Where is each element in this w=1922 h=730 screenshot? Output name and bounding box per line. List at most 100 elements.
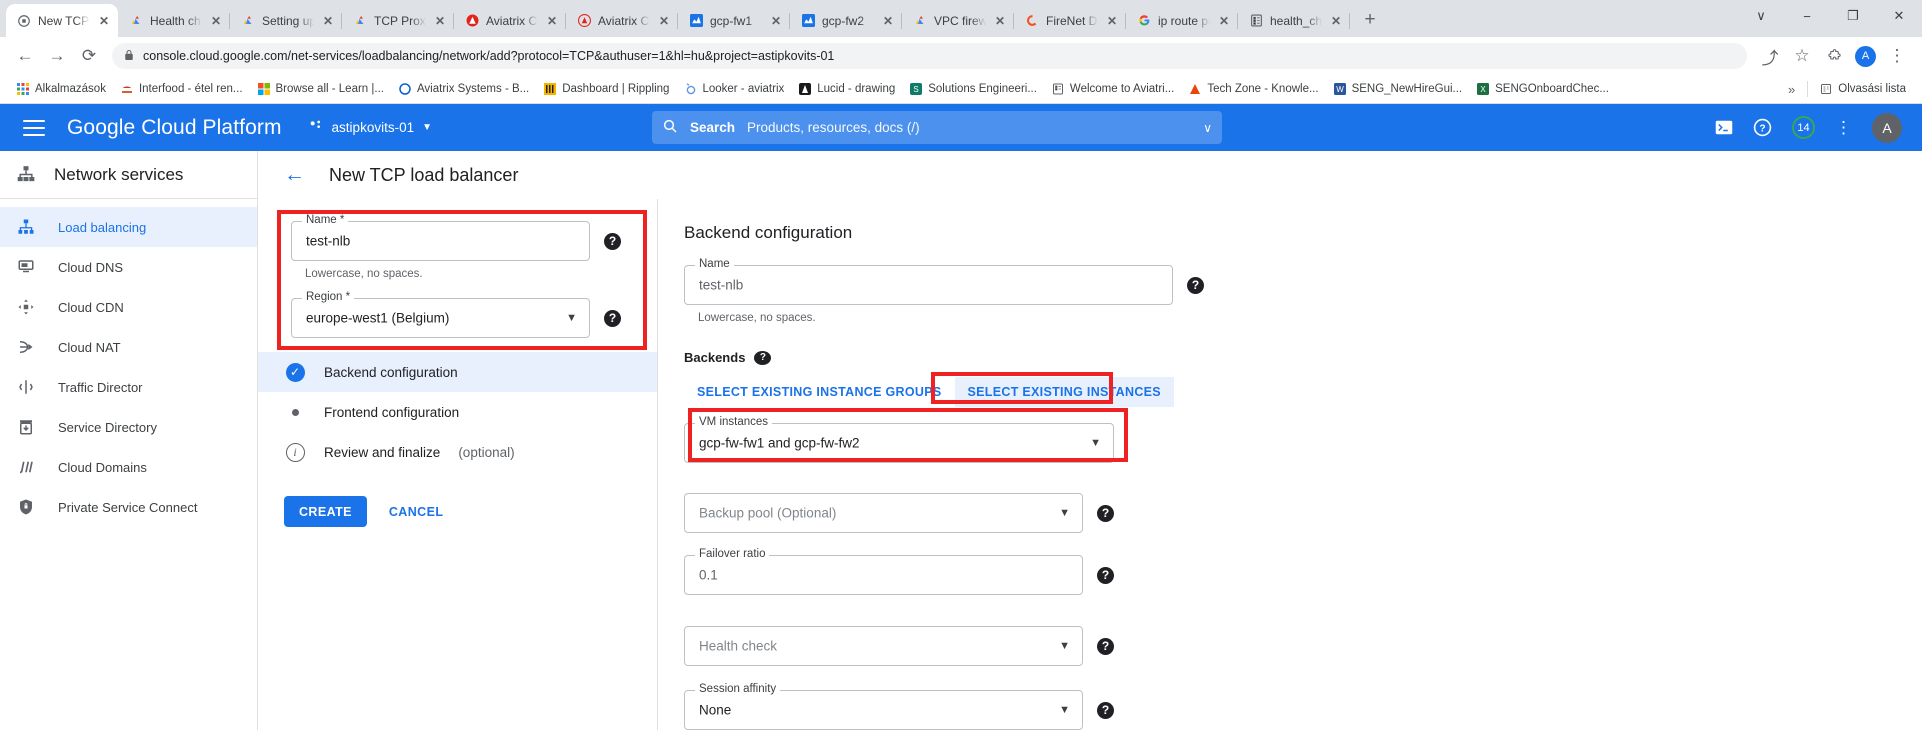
browser-tab[interactable]: ip route proto ✕: [1126, 4, 1238, 37]
bookmark-item[interactable]: S Solutions Engineeri...: [902, 79, 1044, 99]
step-frontend-configuration[interactable]: Frontend configuration: [258, 392, 657, 432]
chevron-down-icon[interactable]: ▼: [566, 312, 577, 324]
extensions-icon[interactable]: [1819, 41, 1849, 71]
search-input[interactable]: Search Products, resources, docs (/) ∨: [652, 111, 1222, 144]
notifications-badge[interactable]: 14: [1792, 116, 1815, 139]
close-icon[interactable]: ✕: [1104, 13, 1120, 29]
lb-region-select[interactable]: Region europe-west1 (Belgium) ▼: [291, 298, 590, 338]
sidebar-item-service-directory[interactable]: Service Directory: [0, 407, 257, 447]
bookmark-item[interactable]: Interfood - étel ren...: [113, 79, 250, 99]
close-window-button[interactable]: ✕: [1876, 0, 1922, 32]
bookmark-item[interactable]: Browse all - Learn |...: [250, 79, 391, 99]
close-icon[interactable]: ✕: [544, 13, 560, 29]
sidebar-item-cloud-nat[interactable]: Cloud NAT: [0, 327, 257, 367]
bookmark-item[interactable]: Dashboard | Rippling: [536, 79, 676, 99]
close-icon[interactable]: ✕: [992, 13, 1008, 29]
chrome-menu-icon[interactable]: ⋮: [1882, 41, 1912, 71]
browser-tab[interactable]: Setting up TC ✕: [230, 4, 342, 37]
chevron-down-icon[interactable]: ▼: [1059, 704, 1070, 716]
back-icon[interactable]: ←: [10, 41, 40, 71]
close-icon[interactable]: ✕: [432, 13, 448, 29]
bookmark-star-icon[interactable]: ☆: [1787, 41, 1817, 71]
address-bar[interactable]: console.cloud.google.com/net-services/lo…: [112, 43, 1747, 69]
bookmark-item[interactable]: Welcome to Aviatri...: [1044, 79, 1181, 99]
browser-tab[interactable]: FireNet Detail ✕: [1014, 4, 1126, 37]
help-icon[interactable]: ?: [1187, 277, 1204, 294]
browser-tab[interactable]: Health checks ✕: [118, 4, 230, 37]
browser-tab[interactable]: gcp-fw1 ✕: [678, 4, 790, 37]
cancel-button[interactable]: CANCEL: [389, 505, 443, 519]
failover-ratio-input[interactable]: Failover ratio 0.1: [684, 555, 1083, 595]
minimize-button[interactable]: −: [1784, 0, 1830, 32]
sidebar-item-traffic-director[interactable]: Traffic Director: [0, 367, 257, 407]
browser-tab[interactable]: health_check_ ✕: [1238, 4, 1350, 37]
session-affinity-select[interactable]: Session affinity None ▼: [684, 690, 1083, 730]
close-icon[interactable]: ✕: [768, 13, 784, 29]
product-title[interactable]: Google Cloud Platform: [67, 116, 282, 140]
lb-name-input[interactable]: Name test-nlb: [291, 221, 590, 261]
help-icon[interactable]: ?: [754, 351, 771, 365]
reload-icon[interactable]: ⟳: [74, 41, 104, 71]
chevron-down-icon[interactable]: ∨: [1203, 121, 1212, 135]
backend-name-input[interactable]: Name test-nlb: [684, 265, 1173, 305]
bookmark-item[interactable]: Lucid - drawing: [791, 79, 902, 99]
bookmark-item[interactable]: Tech Zone - Knowle...: [1181, 79, 1325, 99]
browser-tab[interactable]: gcp-fw2 ✕: [790, 4, 902, 37]
close-icon[interactable]: ✕: [96, 13, 112, 29]
share-icon[interactable]: ⤴: [1755, 41, 1785, 71]
reading-list-button[interactable]: Olvasási lista: [1812, 79, 1913, 99]
close-icon[interactable]: ✕: [880, 13, 896, 29]
bookmark-item[interactable]: X SENGOnboardChec...: [1469, 79, 1616, 99]
cloud-shell-icon[interactable]: [1715, 120, 1733, 135]
help-icon[interactable]: ?: [1097, 567, 1114, 584]
back-arrow-icon[interactable]: ←: [284, 163, 305, 187]
project-selector[interactable]: astipkovits-01 ▼: [308, 118, 432, 137]
chevron-down-icon[interactable]: ▼: [1059, 507, 1070, 519]
close-icon[interactable]: ✕: [208, 13, 224, 29]
close-icon[interactable]: ✕: [320, 13, 336, 29]
new-tab-button[interactable]: +: [1356, 6, 1384, 34]
help-icon[interactable]: ?: [1097, 638, 1114, 655]
step-backend-configuration[interactable]: ✓ Backend configuration: [258, 352, 657, 392]
sidebar-item-cloud-domains[interactable]: Cloud Domains: [0, 447, 257, 487]
tab-select-existing-instance-groups[interactable]: SELECT EXISTING INSTANCE GROUPS: [684, 377, 955, 407]
close-icon[interactable]: ✕: [656, 13, 672, 29]
browser-tab[interactable]: TCP Proxy Lo ✕: [342, 4, 454, 37]
maximize-button[interactable]: ❐: [1830, 0, 1876, 32]
sidebar-item-load-balancing[interactable]: Load balancing: [0, 207, 257, 247]
create-button[interactable]: CREATE: [284, 496, 367, 527]
sidebar-item-private-service-connect[interactable]: Private Service Connect: [0, 487, 257, 527]
bookmark-item[interactable]: Alkalmazások: [9, 79, 113, 99]
help-icon[interactable]: ?: [1097, 505, 1114, 522]
help-icon[interactable]: ?: [604, 310, 621, 327]
help-icon[interactable]: ?: [1097, 702, 1114, 719]
step-review-and-finalize[interactable]: i Review and finalize (optional): [258, 432, 657, 472]
sidebar-item-cloud-dns[interactable]: Cloud DNS: [0, 247, 257, 287]
close-icon[interactable]: ✕: [1216, 13, 1232, 29]
close-icon[interactable]: ✕: [1328, 13, 1344, 29]
help-icon[interactable]: ?: [1753, 118, 1772, 137]
health-check-select[interactable]: Health check ▼: [684, 626, 1083, 666]
bookmark-item[interactable]: Looker - aviatrix: [676, 79, 791, 99]
bookmarks-overflow-button[interactable]: »: [1780, 79, 1803, 100]
help-icon[interactable]: ?: [604, 233, 621, 250]
chevron-down-icon[interactable]: ▼: [1090, 437, 1101, 449]
forward-icon[interactable]: →: [42, 41, 72, 71]
sidebar-item-cloud-cdn[interactable]: Cloud CDN: [0, 287, 257, 327]
browser-tab[interactable]: New TCP load ✕: [6, 4, 118, 37]
tab-select-existing-instances[interactable]: SELECT EXISTING INSTANCES: [955, 377, 1174, 407]
backup-pool-select[interactable]: Backup pool (Optional) ▼: [684, 493, 1083, 533]
user-avatar[interactable]: A: [1872, 113, 1902, 143]
aviatrix-icon: [464, 13, 480, 29]
tab-search-icon[interactable]: ∨: [1738, 0, 1784, 32]
bookmark-item[interactable]: Aviatrix Systems - B...: [391, 79, 536, 99]
profile-avatar[interactable]: A: [1855, 46, 1876, 67]
browser-tab[interactable]: VPC firewall r ✕: [902, 4, 1014, 37]
bookmark-item[interactable]: W SENG_NewHireGui...: [1326, 79, 1470, 99]
browser-tab[interactable]: Aviatrix Contr ✕: [454, 4, 566, 37]
more-options-icon[interactable]: ⋮: [1835, 118, 1852, 138]
chevron-down-icon[interactable]: ▼: [1059, 640, 1070, 652]
browser-tab[interactable]: Aviatrix Copil ✕: [566, 4, 678, 37]
vm-instances-select[interactable]: VM instances gcp-fw-fw1 and gcp-fw-fw2 ▼: [684, 423, 1114, 463]
hamburger-icon[interactable]: [23, 120, 45, 136]
